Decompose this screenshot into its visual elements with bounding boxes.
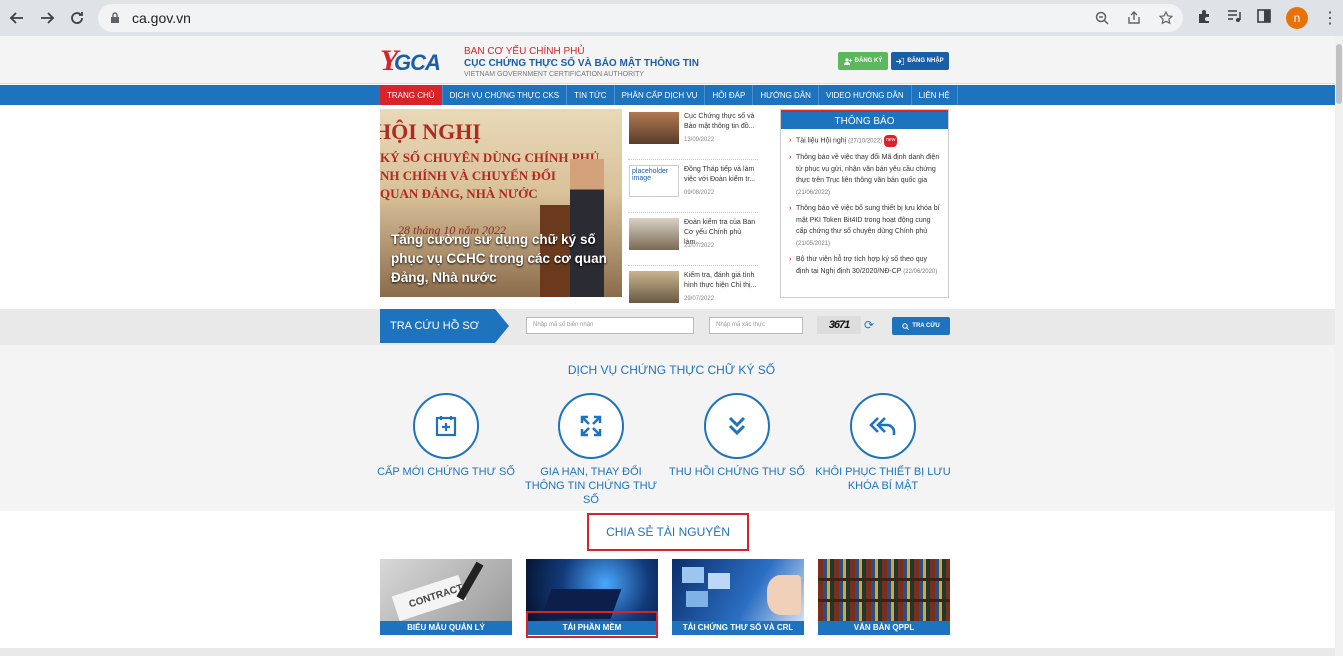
notice-panel: THÔNG BÁO Tài liệu Hội nghị (27/10/2022)… [780,109,949,298]
contract-image: CONTRACT [380,559,512,622]
url-text: ca.gov.vn [132,10,191,26]
resources-title: CHIA SẺ TÀI NGUYÊN [587,513,749,551]
captcha-image: 3671 [817,316,861,334]
reload-icon[interactable] [64,5,90,31]
org-parent: BAN CƠ YẾU CHÍNH PHỦ [464,46,585,57]
org-name: CỤC CHỨNG THỰC SỐ VÀ BẢO MẬT THÔNG TIN [464,58,699,69]
news-date: 21/07/2022 [684,243,715,249]
search-icon [902,322,910,330]
bookmark-star-icon[interactable] [1157,9,1175,27]
reply-all-icon [850,393,916,459]
resource-certificate-crl[interactable]: TẢI CHỨNG THƯ SỐ VÀ CRL [672,559,804,635]
search-label: TRA CỨU HỒ SƠ [380,309,509,343]
scrollbar[interactable] [1335,36,1343,656]
footer-strip [0,648,1336,656]
menu-item-0[interactable]: TRANG CHỦ [380,85,443,105]
news-list: Cục Chứng thực số và Bảo mật thông tin đ… [628,109,758,321]
news-title[interactable]: Cục Chứng thực số và Bảo mật thông tin đ… [684,112,758,132]
refresh-captcha-icon[interactable]: ⟳ [864,318,874,332]
notice-heading: THÔNG BÁO [781,110,948,129]
menu-item-6[interactable]: VIDEO HƯỚNG DẪN [819,85,912,105]
receipt-number-input[interactable]: Nhập mã số biên nhận [526,317,694,334]
menu-item-2[interactable]: TIN TỨC [567,85,615,105]
service-revoke-certificate[interactable]: THU HỒI CHỨNG THƯ SỐ [667,393,807,479]
service-new-certificate[interactable]: CẤP MỚI CHỨNG THƯ SỐ [376,393,516,479]
sign-in-icon [896,57,905,65]
resource-legal-docs[interactable]: VĂN BẢN QPPL [818,559,950,635]
news-date: 29/07/2022 [684,296,715,302]
expand-arrows-icon [558,393,624,459]
menu-item-3[interactable]: PHÂN CẤP DỊCH VỤ [615,85,706,105]
web-page: Y GCA BAN CƠ YẾU CHÍNH PHỦ CỤC CHỨNG THỰ… [0,36,1343,656]
captcha-input[interactable]: Nhập mã xác thực [709,317,803,334]
resource-forms[interactable]: CONTRACT BIỂU MẪU QUẢN LÝ [380,559,512,635]
media-control-icon[interactable] [1226,8,1242,29]
news-title[interactable]: Đồng Tháp tiếp và làm việc với Đoàn kiểm… [684,165,758,185]
forward-icon[interactable] [34,5,60,31]
menu-item-7[interactable]: LIÊN HỆ [912,85,958,105]
extensions-icon[interactable] [1196,8,1212,29]
double-chevron-down-icon [704,393,770,459]
news-item[interactable]: Đoàn kiểm tra của Ban Cơ yếu Chính phủ l… [628,215,758,266]
news-thumbnail[interactable] [629,112,679,144]
certificate-crl-image [672,559,804,621]
gca-logo-mark: Y GCA [380,44,441,77]
notice-item[interactable]: Bộ thư viện hỗ trợ tích hợp ký số theo q… [789,254,940,278]
menu-item-1[interactable]: DỊCH VỤ CHỨNG THỰC CKS [443,85,568,105]
search-button[interactable]: TRA CỨU [892,317,950,335]
profile-avatar[interactable]: n [1286,7,1308,29]
lock-icon [111,12,119,23]
notice-item[interactable]: Thông báo về việc thay đổi Mã định danh … [789,152,940,199]
main-menu: TRANG CHỦ DỊCH VỤ CHỨNG THỰC CKS TIN TỨC PH… [0,85,1338,105]
user-plus-icon [843,57,852,65]
news-item[interactable]: placeholder image Đồng Tháp tiếp và làm v… [628,162,758,213]
address-bar[interactable]: ca.gov.vn [98,4,1183,32]
side-panel-icon[interactable] [1256,8,1272,29]
new-badge: new [884,135,898,147]
browser-toolbar: ca.gov.vn n ⋮ [0,0,1343,36]
news-title[interactable]: Kiểm tra, đánh giá tình hình thực hiện C… [684,271,758,291]
news-thumbnail[interactable] [629,218,679,250]
calendar-plus-icon [413,393,479,459]
service-renew-certificate[interactable]: GIA HẠN, THAY ĐỔI THÔNG TIN CHỨNG THƯ SỐ [521,393,661,507]
register-button[interactable]: ĐĂNG KÝ [838,52,888,70]
news-thumbnail[interactable] [629,271,679,303]
notice-item[interactable]: Thông báo về việc bổ sung thiết bị lưu k… [789,203,940,250]
hero-banner-title: HỘI NGHỊ [380,119,481,144]
hero-banner[interactable]: HỘI NGHỊ KÝ SỐ CHUYÊN DÙNG CHÍNH PHỦ NH … [380,109,622,297]
menu-kebab-icon[interactable]: ⋮ [1322,8,1338,28]
hero-banner-subtitle: KÝ SỐ CHUYÊN DÙNG CHÍNH PHỦ NH CHÍNH VÀ … [380,150,600,201]
news-date: 13/09/2022 [684,137,715,143]
service-restore-key[interactable]: KHÔI PHỤC THIẾT BỊ LƯU KHÓA BÍ MẬT [813,393,953,493]
bookshelf-image [818,559,950,621]
notice-item[interactable]: Tài liệu Hội nghị (27/10/2022) new [789,135,940,148]
news-thumbnail[interactable]: placeholder image [629,165,679,197]
menu-item-5[interactable]: HƯỚNG DẪN [753,85,819,105]
highlight-box [526,611,658,638]
hero-caption[interactable]: Tăng cường sử dụng chữ ký số phục vụ CCH… [391,230,616,287]
zoom-icon[interactable] [1093,9,1111,27]
services-title: DỊCH VỤ CHỨNG THỰC CHỮ KÝ SỐ [567,363,776,377]
site-logo[interactable]: Y GCA BAN CƠ YẾU CHÍNH PHỦ CỤC CHỨNG THỰ… [380,44,699,79]
login-button[interactable]: ĐĂNG NHẬP [891,52,949,70]
back-icon[interactable] [4,5,30,31]
share-icon[interactable] [1125,9,1143,27]
org-name-en: VIETNAM GOVERNMENT CERTIFICATION AUTHORI… [464,71,645,78]
menu-item-4[interactable]: HỎI ĐÁP [705,85,754,105]
news-date: 09/08/2022 [684,190,715,196]
news-item[interactable]: Cục Chứng thực số và Bảo mật thông tin đ… [628,109,758,160]
org-title-block: BAN CƠ YẾU CHÍNH PHỦ CỤC CHỨNG THỰC SỐ V… [464,46,699,79]
